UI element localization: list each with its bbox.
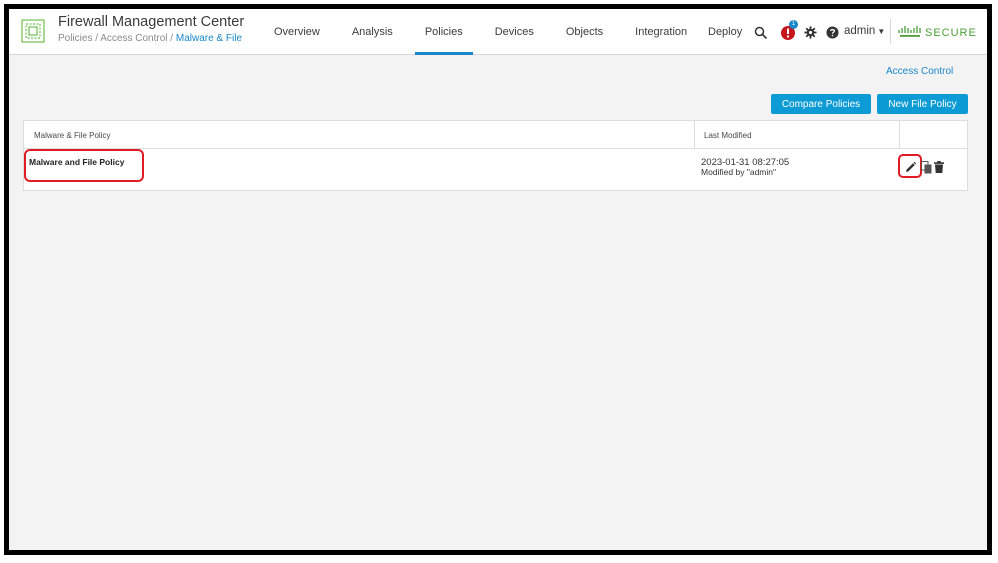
help-icon[interactable] — [826, 26, 839, 39]
table-header: Malware & File Policy Last Modified — [24, 121, 967, 149]
gear-icon[interactable] — [804, 26, 817, 39]
nav-policies[interactable]: Policies — [414, 9, 473, 55]
user-name: admin — [844, 25, 876, 37]
new-file-policy-button[interactable]: New File Policy — [877, 94, 968, 114]
table-row: Malware and File Policy 2023-01-31 08:27… — [24, 149, 967, 190]
modified-by: Modified by "admin" — [701, 167, 777, 177]
search-icon[interactable] — [754, 26, 768, 40]
cisco-logo-icon — [898, 26, 921, 37]
screenshot-frame: Firewall Management Center Policies / Ac… — [4, 4, 992, 555]
top-bar: Firewall Management Center Policies / Ac… — [9, 9, 987, 55]
pencil-icon[interactable] — [904, 161, 917, 174]
breadcrumb-access-control[interactable]: Access Control — [100, 33, 167, 44]
trash-icon[interactable] — [934, 161, 944, 173]
deploy-button[interactable]: Deploy — [708, 26, 742, 38]
app-title: Firewall Management Center — [58, 14, 245, 30]
compare-policies-button[interactable]: Compare Policies — [771, 94, 871, 114]
header-divider — [890, 19, 891, 44]
breadcrumb-current: Malware & File — [175, 33, 242, 44]
chevron-down-icon: ▼ — [877, 27, 886, 36]
nav-integration[interactable]: Integration — [625, 9, 697, 55]
column-header-last-modified[interactable]: Last Modified — [704, 121, 752, 149]
column-divider — [899, 121, 900, 149]
brand-text: SECURE — [925, 27, 977, 39]
nav-objects[interactable]: Objects — [556, 9, 613, 55]
access-control-link[interactable]: Access Control — [886, 66, 953, 77]
fmc-logo-icon[interactable] — [21, 19, 45, 43]
breadcrumb: Policies / Access Control / Malware & Fi… — [58, 33, 242, 44]
alert-count-badge: 1 — [789, 20, 798, 29]
copy-icon[interactable] — [921, 161, 932, 174]
policy-table: Malware & File Policy Last Modified Malw… — [23, 120, 968, 191]
column-divider — [694, 121, 695, 149]
column-header-policy[interactable]: Malware & File Policy — [34, 121, 110, 149]
nav-devices[interactable]: Devices — [485, 9, 544, 55]
nav-analysis[interactable]: Analysis — [342, 9, 403, 55]
nav-overview[interactable]: Overview — [264, 9, 330, 55]
policy-name[interactable]: Malware and File Policy — [29, 157, 124, 167]
main-nav: Overview Analysis Policies Devices Objec… — [264, 9, 709, 55]
breadcrumb-policies[interactable]: Policies — [58, 33, 92, 44]
user-menu[interactable]: admin ▼ — [844, 25, 885, 37]
breadcrumb-separator: / — [167, 33, 176, 44]
